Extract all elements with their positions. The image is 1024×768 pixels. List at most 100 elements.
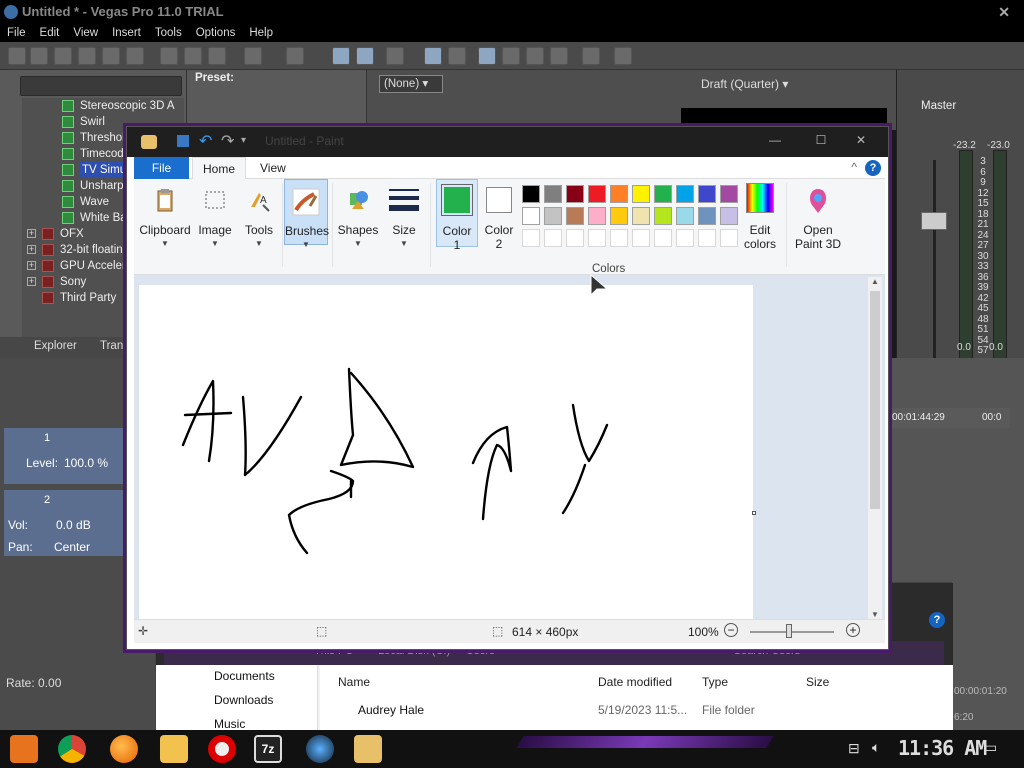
- color-1-button[interactable]: Color 1: [436, 179, 478, 252]
- custom-color-slot[interactable]: [654, 229, 672, 247]
- copy-icon[interactable]: [184, 47, 202, 65]
- palette-swatch[interactable]: [632, 207, 650, 225]
- master-fader-track[interactable]: [933, 160, 936, 380]
- clock[interactable]: 11:36 AM: [898, 736, 987, 760]
- explorer-search-input[interactable]: [20, 76, 182, 96]
- track-1-header[interactable]: 1 Level: 100.0 %: [4, 428, 130, 484]
- vertical-scrollbar[interactable]: ▲ ▼: [868, 277, 882, 619]
- undo-icon[interactable]: ↶: [199, 131, 212, 151]
- palette-swatch[interactable]: [610, 185, 628, 203]
- save-icon[interactable]: [54, 47, 72, 65]
- color-2-button[interactable]: Color 2: [480, 179, 518, 271]
- chrome-icon[interactable]: [58, 735, 86, 763]
- save-as-icon[interactable]: [78, 47, 96, 65]
- zoom-slider[interactable]: [750, 631, 834, 633]
- paste-icon[interactable]: [208, 47, 226, 65]
- open-icon[interactable]: [30, 47, 48, 65]
- envelope-tool-icon[interactable]: [502, 47, 520, 65]
- tab-explorer[interactable]: Explorer: [34, 340, 77, 352]
- palette-swatch[interactable]: [566, 185, 584, 203]
- nav-downloads[interactable]: Downloads: [214, 693, 273, 707]
- help-icon[interactable]: [582, 47, 600, 65]
- cut-icon[interactable]: [160, 47, 178, 65]
- expand-icon[interactable]: +: [27, 277, 36, 286]
- size-button[interactable]: Size ▼: [382, 179, 426, 271]
- menu-options[interactable]: Options: [189, 24, 243, 42]
- nav-documents[interactable]: Documents: [214, 669, 275, 683]
- palette-swatch[interactable]: [544, 207, 562, 225]
- selection-tool-icon[interactable]: [526, 47, 544, 65]
- expand-icon[interactable]: +: [27, 229, 36, 238]
- custom-color-slot[interactable]: [522, 229, 540, 247]
- col-type[interactable]: Type: [702, 675, 728, 689]
- palette-swatch[interactable]: [676, 207, 694, 225]
- menu-insert[interactable]: Insert: [105, 24, 148, 42]
- maximize-button[interactable]: ☐: [811, 133, 831, 151]
- lock-envelopes-icon[interactable]: [424, 47, 442, 65]
- track-2-header[interactable]: 2 Vol: 0.0 dB Pan: Center: [4, 490, 130, 556]
- help-icon[interactable]: ?: [865, 160, 881, 176]
- palette-swatch[interactable]: [522, 185, 540, 203]
- open-paint-3d-button[interactable]: Open Paint 3D: [790, 179, 846, 271]
- firefox-icon[interactable]: [110, 735, 138, 763]
- menu-tools[interactable]: Tools: [148, 24, 189, 42]
- col-name[interactable]: Name: [338, 675, 370, 689]
- tab-file[interactable]: File: [134, 157, 189, 179]
- save-icon[interactable]: [177, 135, 189, 147]
- palette-swatch[interactable]: [588, 207, 606, 225]
- nav-music[interactable]: Music: [214, 717, 245, 731]
- auto-crossfades-icon[interactable]: [356, 47, 374, 65]
- palette-swatch[interactable]: [632, 185, 650, 203]
- ignore-grouping-icon[interactable]: [448, 47, 466, 65]
- palette-swatch[interactable]: [720, 207, 738, 225]
- file-explorer-icon[interactable]: [160, 735, 188, 763]
- tab-transitions[interactable]: Trans: [100, 340, 129, 352]
- custom-color-slot[interactable]: [588, 229, 606, 247]
- start-button-icon[interactable]: [10, 735, 38, 763]
- col-date[interactable]: Date modified: [598, 675, 672, 689]
- canvas-resize-handle[interactable]: [752, 511, 756, 515]
- menu-help[interactable]: Help: [242, 24, 280, 42]
- zoom-slider-thumb[interactable]: [786, 624, 792, 638]
- undo-icon[interactable]: [244, 47, 262, 65]
- whats-this-icon[interactable]: [614, 47, 632, 65]
- clipboard-button[interactable]: Clipboard ▼: [136, 179, 194, 271]
- auto-ripple-icon[interactable]: [386, 47, 404, 65]
- minimize-button[interactable]: —: [765, 133, 785, 151]
- redo-icon[interactable]: ↷: [221, 131, 234, 151]
- master-fader-knob[interactable]: [921, 212, 947, 230]
- palette-swatch[interactable]: [522, 207, 540, 225]
- palette-swatch[interactable]: [588, 185, 606, 203]
- 7zip-icon[interactable]: 7z: [254, 735, 282, 763]
- palette-swatch[interactable]: [566, 207, 584, 225]
- col-size[interactable]: Size: [806, 675, 829, 689]
- custom-color-slot[interactable]: [698, 229, 716, 247]
- custom-color-slot[interactable]: [676, 229, 694, 247]
- edit-colors-button[interactable]: Edit colors: [738, 179, 782, 271]
- expand-icon[interactable]: +: [27, 245, 36, 254]
- paint-icon[interactable]: [354, 735, 382, 763]
- palette-swatch[interactable]: [698, 185, 716, 203]
- volume-icon[interactable]: 🔈︎: [872, 739, 880, 756]
- drawing-canvas[interactable]: [139, 285, 753, 619]
- new-project-icon[interactable]: [8, 47, 26, 65]
- zoom-in-button[interactable]: +: [846, 623, 860, 637]
- quick-access-dropdown-icon[interactable]: ▾: [241, 135, 246, 146]
- explorer-tree-item[interactable]: Stereoscopic 3D A: [22, 98, 184, 114]
- redo-icon[interactable]: [286, 47, 304, 65]
- close-icon[interactable]: ✕: [998, 0, 1010, 24]
- properties-icon[interactable]: [102, 47, 120, 65]
- enable-snapping-icon[interactable]: [332, 47, 350, 65]
- zoom-tool-icon[interactable]: [550, 47, 568, 65]
- palette-swatch[interactable]: [654, 207, 672, 225]
- scrollbar-thumb[interactable]: [870, 291, 880, 509]
- custom-color-slot[interactable]: [632, 229, 650, 247]
- palette-swatch[interactable]: [676, 185, 694, 203]
- palette-swatch[interactable]: [720, 185, 738, 203]
- help-icon[interactable]: ?: [929, 612, 945, 628]
- network-icon[interactable]: ⊟: [848, 740, 860, 757]
- tools-button[interactable]: A Tools ▼: [238, 179, 280, 271]
- expand-icon[interactable]: +: [27, 261, 36, 270]
- preview-fx-dropdown[interactable]: (None) ▾: [379, 75, 443, 93]
- custom-color-slot[interactable]: [544, 229, 562, 247]
